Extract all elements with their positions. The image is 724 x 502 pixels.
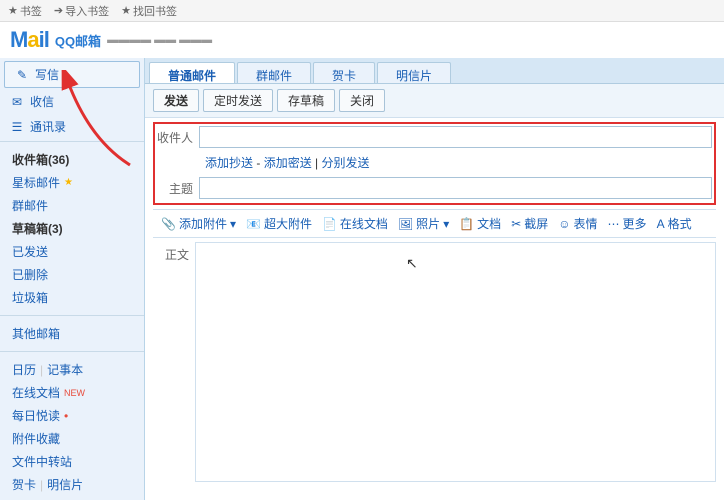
screenshot-icon: ✂ xyxy=(511,217,521,231)
star-icon: ★ xyxy=(121,4,131,17)
mail-logo: Mail xyxy=(10,27,49,53)
drafts-folder[interactable]: 草稿箱(3) xyxy=(0,217,144,240)
attach-icon: 📎 xyxy=(161,217,176,231)
mail-header: Mail QQ邮箱 ▬▬▬▬ ▬▬ ▬▬▬ xyxy=(0,22,724,58)
emoji-icon: ☺ xyxy=(558,217,570,231)
more-button[interactable]: ⋯更多 xyxy=(608,215,647,232)
compose-label: 写信 xyxy=(35,66,59,83)
compose-icon: ✎ xyxy=(15,68,29,82)
card-link[interactable]: 贺卡 | 明信片 xyxy=(0,473,144,496)
close-button[interactable]: 关闭 xyxy=(339,89,385,112)
tab-group-mail[interactable]: 群邮件 xyxy=(237,62,311,83)
highlighted-region: 收件人 添加抄送 - 添加密送 | 分别发送 主题 xyxy=(153,122,716,205)
file-transfer-link[interactable]: 文件中转站 xyxy=(0,450,144,473)
sent-folder[interactable]: 已发送 xyxy=(0,240,144,263)
more-icon: ⋯ xyxy=(608,217,620,231)
star-icon: ★ xyxy=(8,4,18,17)
subject-input[interactable] xyxy=(199,177,712,199)
timed-send-button[interactable]: 定时发送 xyxy=(203,89,273,112)
brand-text: QQ邮箱 xyxy=(55,31,101,50)
compose-toolbar: 📎添加附件 ▾ 📧超大附件 📄在线文档 🖼照片 ▾ 📋文档 ✂截屏 ☺表情 ⋯更… xyxy=(153,209,716,238)
attach-collect-link[interactable]: 附件收藏 xyxy=(0,427,144,450)
arrow-icon: ➔ xyxy=(54,4,63,17)
add-bcc-link[interactable]: 添加密送 xyxy=(264,156,312,170)
action-bar: 发送 定时发送 存草稿 关闭 xyxy=(145,84,724,118)
tab-normal-mail[interactable]: 普通邮件 xyxy=(149,62,235,83)
dot-icon: • xyxy=(64,409,68,423)
to-label: 收件人 xyxy=(157,129,199,146)
emoji-button[interactable]: ☺表情 xyxy=(558,215,597,232)
contacts-label: 通讯录 xyxy=(30,118,66,135)
calendar-link[interactable]: 日历 | 记事本 xyxy=(0,358,144,381)
contacts-icon: ☰ xyxy=(10,120,24,134)
sidebar: ✎ 写信 ✉ 收信 ☰ 通讯录 收件箱(36) 星标邮件 ★ 群邮件 草稿箱(3… xyxy=(0,58,145,500)
tab-postcard[interactable]: 明信片 xyxy=(377,62,451,83)
bookmark-link[interactable]: ★书签 xyxy=(8,3,42,19)
compose-tabs: 普通邮件 群邮件 贺卡 明信片 xyxy=(145,58,724,84)
format-button[interactable]: A格式 xyxy=(657,215,692,232)
save-draft-button[interactable]: 存草稿 xyxy=(277,89,335,112)
attach-button[interactable]: 📎添加附件 ▾ xyxy=(161,215,236,232)
doc-button[interactable]: 📋文档 xyxy=(459,215,501,232)
separate-send-link[interactable]: 分别发送 xyxy=(322,156,370,170)
receive-button[interactable]: ✉ 收信 xyxy=(0,89,144,114)
to-input[interactable] xyxy=(199,126,712,148)
other-mailbox[interactable]: 其他邮箱 xyxy=(0,322,144,345)
user-info: ▬▬▬▬ ▬▬ ▬▬▬ xyxy=(107,34,212,46)
group-folder[interactable]: 群邮件 xyxy=(0,194,144,217)
new-badge: NEW xyxy=(64,388,85,398)
starred-folder[interactable]: 星标邮件 ★ xyxy=(0,171,144,194)
star-icon: ★ xyxy=(64,177,73,188)
format-icon: A xyxy=(657,217,665,231)
browser-bookmark-bar: ★书签 ➔导入书签 ★找回书签 xyxy=(0,0,724,22)
online-doc-link[interactable]: 在线文档 NEW xyxy=(0,381,144,404)
receive-icon: ✉ xyxy=(10,95,24,109)
big-attach-icon: 📧 xyxy=(246,217,261,231)
deleted-folder[interactable]: 已删除 xyxy=(0,263,144,286)
send-button[interactable]: 发送 xyxy=(153,89,199,112)
contacts-button[interactable]: ☰ 通讯录 xyxy=(0,114,144,139)
daily-read-link[interactable]: 每日悦读 • xyxy=(0,404,144,427)
compose-button[interactable]: ✎ 写信 xyxy=(4,61,140,88)
tab-card[interactable]: 贺卡 xyxy=(313,62,375,83)
content-area: 普通邮件 群邮件 贺卡 明信片 发送 定时发送 存草稿 关闭 收件人 添加抄送 … xyxy=(145,58,724,500)
big-attach-button[interactable]: 📧超大附件 xyxy=(246,215,312,232)
spam-folder[interactable]: 垃圾箱 xyxy=(0,286,144,309)
body-label: 正文 xyxy=(153,242,195,482)
doc-icon: 📄 xyxy=(322,217,337,231)
inbox-folder[interactable]: 收件箱(36) xyxy=(0,148,144,171)
find-bookmark-link[interactable]: ★找回书签 xyxy=(121,3,177,19)
body-editor[interactable]: ↖ xyxy=(195,242,716,482)
subject-label: 主题 xyxy=(157,180,199,197)
photo-icon: 🖼 xyxy=(398,217,413,231)
photo-button[interactable]: 🖼照片 ▾ xyxy=(398,215,449,232)
screenshot-button[interactable]: ✂截屏 xyxy=(511,215,548,232)
import-bookmark-link[interactable]: ➔导入书签 xyxy=(54,3,109,19)
file-icon: 📋 xyxy=(459,217,474,231)
cursor-icon: ↖ xyxy=(406,255,418,272)
online-doc-button[interactable]: 📄在线文档 xyxy=(322,215,388,232)
receive-label: 收信 xyxy=(30,93,54,110)
add-cc-link[interactable]: 添加抄送 xyxy=(205,156,253,170)
